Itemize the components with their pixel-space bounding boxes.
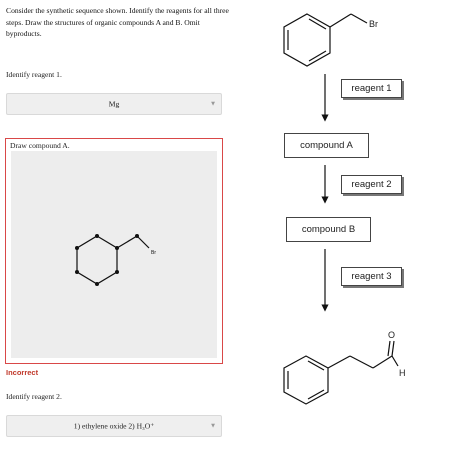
reagent1-select[interactable]: Mg ▼ bbox=[6, 93, 222, 115]
atom-dot bbox=[135, 234, 139, 238]
drawn-br-label: Br bbox=[151, 250, 156, 256]
product-h-label: H bbox=[399, 368, 406, 378]
reagent3-box: reagent 3 bbox=[341, 267, 402, 286]
chevron-down-icon: ▼ bbox=[211, 101, 215, 107]
incorrect-status: Incorrect bbox=[6, 368, 39, 377]
drawn-bond-ring-ch2 bbox=[116, 235, 138, 249]
reagent1-box: reagent 1 bbox=[341, 79, 402, 98]
draw-compound-a-label: Draw compound A. bbox=[10, 141, 70, 150]
product-aldehyde bbox=[283, 340, 399, 405]
start-br-label: Br bbox=[369, 19, 378, 29]
reagent2-box: reagent 2 bbox=[341, 175, 402, 194]
drawn-bond-ch2-br bbox=[136, 235, 150, 249]
compound-a-box: compound A bbox=[284, 133, 369, 158]
atom-dot bbox=[95, 234, 99, 238]
drawn-structure: Br bbox=[75, 234, 156, 286]
chevron-down-icon: ▼ bbox=[211, 423, 215, 429]
atom-dot bbox=[115, 246, 119, 250]
compound-b-box: compound B bbox=[286, 217, 371, 242]
reagent2-label: Identify reagent 2. bbox=[6, 392, 62, 401]
starting-material-benzyl-bromide bbox=[283, 13, 368, 67]
drawn-cyclohexane-ring bbox=[76, 235, 118, 285]
reagent1-selected-value: Mg bbox=[108, 99, 120, 109]
product-o-label: O bbox=[388, 330, 395, 340]
reagent2-select[interactable]: 1) ethylene oxide 2) H₃O⁺ ▼ bbox=[6, 415, 222, 437]
atom-dot bbox=[75, 246, 79, 250]
atom-dot bbox=[75, 270, 79, 274]
reagent2-selected-value: 1) ethylene oxide 2) H₃O⁺ bbox=[73, 421, 155, 431]
draw-compound-a-panel: Draw compound A. Br bbox=[5, 138, 223, 364]
reagent1-label: Identify reagent 1. bbox=[6, 70, 62, 79]
question-prompt: Consider the synthetic sequence shown. I… bbox=[6, 6, 229, 38]
atom-dot bbox=[115, 270, 119, 274]
atom-dot bbox=[95, 282, 99, 286]
drawing-canvas[interactable]: Br bbox=[11, 151, 217, 358]
